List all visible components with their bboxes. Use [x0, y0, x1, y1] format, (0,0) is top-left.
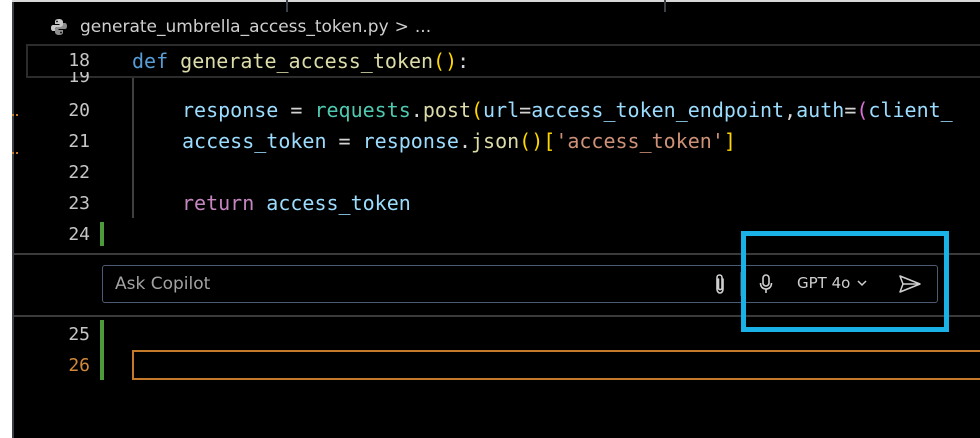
code-line-21[interactable]: access_token = response.json()['access_t…: [182, 129, 736, 153]
git-added-bar: [100, 222, 104, 246]
paren: (: [433, 49, 446, 73]
keyword: return: [182, 191, 255, 215]
operator: =: [326, 129, 363, 153]
module: requests: [314, 98, 411, 122]
keyword: def: [132, 49, 169, 73]
active-line-outline[interactable]: [132, 350, 980, 380]
indent-guide: [132, 78, 134, 218]
breadcrumb-separator: >: [394, 17, 409, 37]
top-border: [12, 0, 980, 2]
paren: ): [531, 129, 544, 153]
python-icon: [50, 18, 68, 36]
code-line-18[interactable]: def generate_access_token():: [132, 49, 469, 73]
operator: .: [458, 129, 471, 153]
colon: :: [457, 49, 470, 73]
top-divider: [286, 0, 288, 12]
line-number: 24: [68, 224, 90, 245]
left-border: [12, 0, 14, 438]
operator: .: [410, 98, 423, 122]
left-edge: [0, 0, 12, 438]
line-number: 23: [68, 193, 90, 214]
function-name: generate_access_token: [180, 49, 434, 73]
operator: =: [278, 98, 315, 122]
copilot-input-placeholder[interactable]: Ask Copilot: [115, 274, 210, 294]
paren: ): [445, 49, 458, 73]
variable: client_: [868, 98, 953, 122]
argument-name: auth: [796, 98, 845, 122]
line-number: 19: [68, 72, 90, 86]
paperclip-icon[interactable]: [709, 273, 731, 295]
operator: =: [844, 98, 857, 122]
method: json: [471, 129, 520, 153]
variable: response: [362, 129, 459, 153]
breadcrumb[interactable]: generate_umbrella_access_token.py > ...: [50, 14, 431, 40]
argument-name: url: [483, 98, 520, 122]
git-added-bar: [100, 320, 104, 380]
variable: response: [182, 98, 279, 122]
variable: access_token: [182, 129, 327, 153]
bracket: ]: [723, 129, 736, 153]
method: post: [422, 98, 471, 122]
breadcrumb-more[interactable]: ...: [415, 17, 431, 37]
line-number: 25: [68, 324, 90, 345]
operator: =: [519, 98, 532, 122]
line-number-active: 26: [68, 355, 90, 376]
bracket: [: [543, 129, 556, 153]
code-line-20[interactable]: response = requests.post(url=access_toke…: [182, 98, 953, 122]
comma: ,: [784, 98, 797, 122]
paren: (: [519, 129, 532, 153]
breadcrumb-file[interactable]: generate_umbrella_access_token.py: [80, 17, 389, 37]
variable: access_token: [254, 191, 411, 215]
paren: (: [856, 98, 869, 122]
line-number: 21: [68, 131, 90, 152]
editor-window: generate_umbrella_access_token.py > ... …: [0, 0, 980, 438]
line-number: 18: [68, 50, 90, 71]
paren: (: [471, 98, 484, 122]
line-number: 20: [68, 100, 90, 121]
string: 'access_token': [555, 129, 724, 153]
top-divider: [664, 0, 666, 12]
highlight-callout: [741, 231, 949, 332]
code-line-23[interactable]: return access_token: [182, 191, 411, 215]
left-marker: [12, 114, 18, 154]
variable: access_token_endpoint: [531, 98, 785, 122]
line-number: 22: [68, 162, 90, 183]
